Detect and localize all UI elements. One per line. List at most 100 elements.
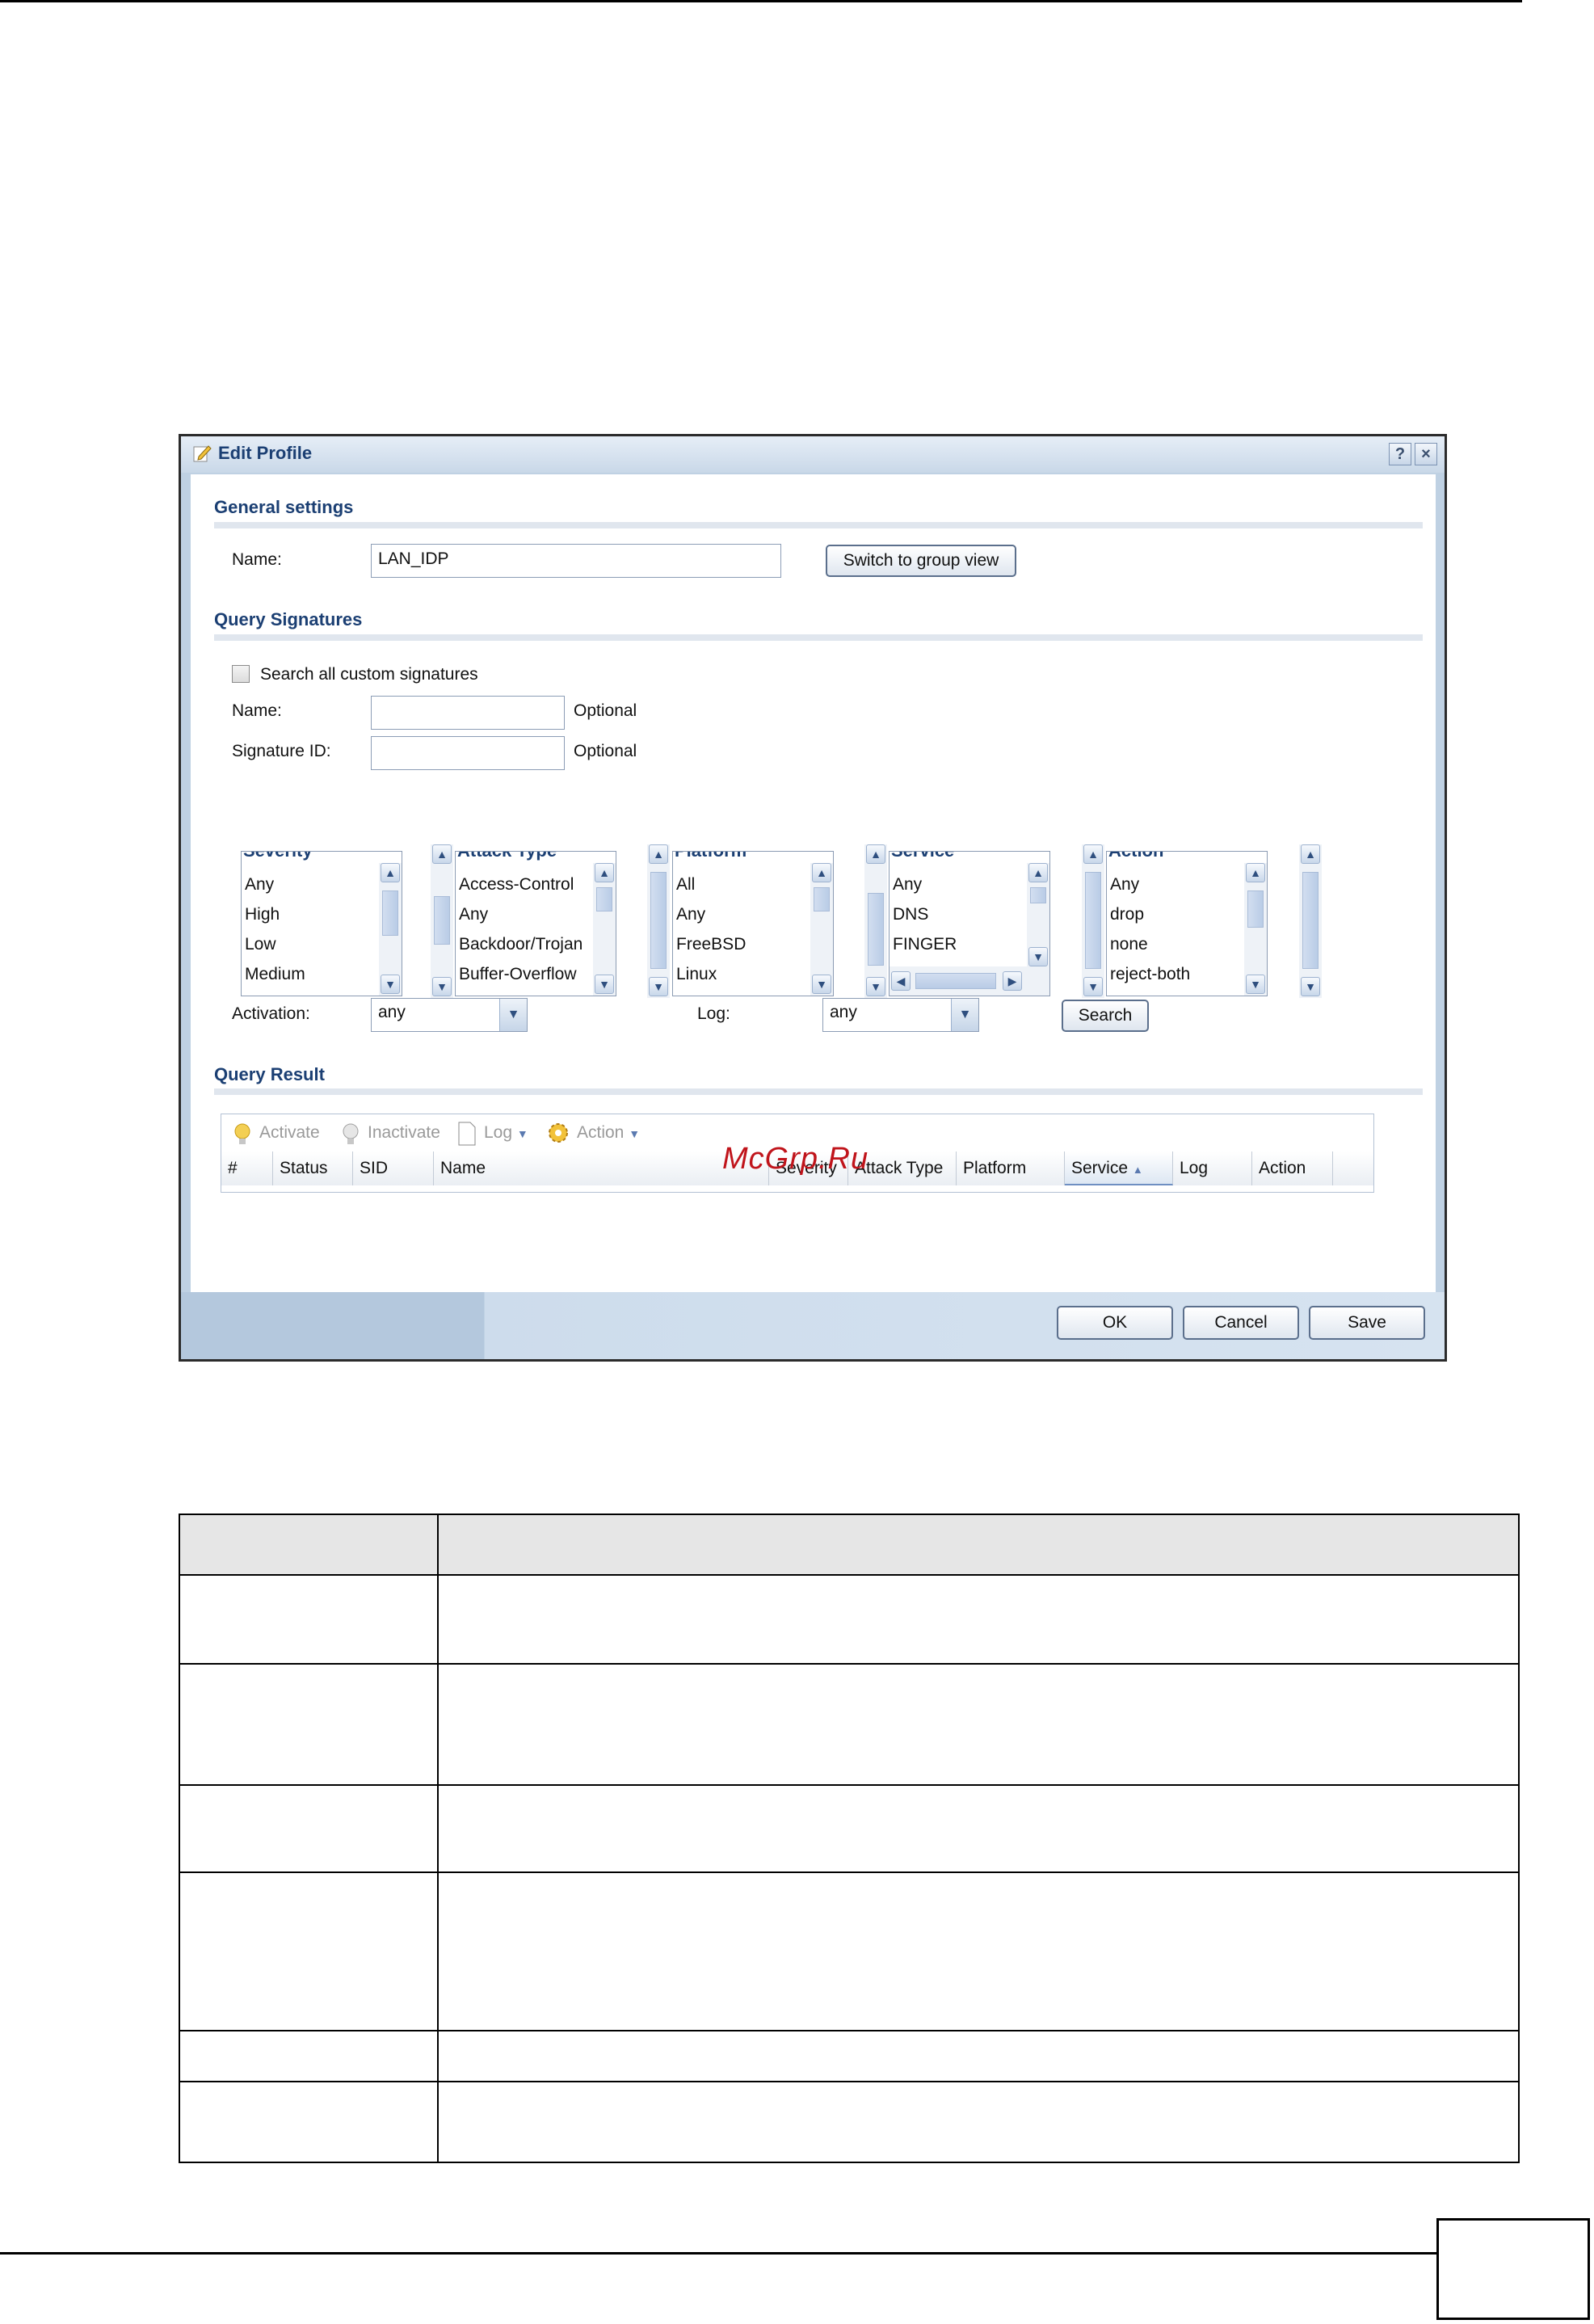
scroll-up-icon[interactable]: ▲ (649, 844, 668, 864)
help-icon[interactable]: ? (1389, 443, 1411, 465)
list-item[interactable]: drop (1110, 899, 1218, 929)
list-item[interactable]: DNS (893, 899, 957, 929)
switch-to-group-view-button[interactable]: Switch to group view (826, 545, 1016, 577)
log-menu-button[interactable]: Log ▼ (484, 1123, 528, 1143)
list-item[interactable]: reject-receiver (1110, 989, 1218, 996)
attack-type-left-scrollbar[interactable]: ▲ ▼ (431, 844, 453, 998)
vertical-scrollbar[interactable]: ▲ ▼ (1244, 863, 1267, 996)
signature-id-input[interactable] (371, 736, 565, 770)
scroll-down-icon[interactable]: ▼ (1301, 977, 1320, 996)
save-button[interactable]: Save (1309, 1306, 1425, 1340)
scroll-up-icon[interactable]: ▲ (1246, 863, 1265, 882)
search-all-custom-checkbox[interactable] (232, 665, 250, 683)
scroll-down-icon[interactable]: ▼ (812, 975, 831, 994)
scroll-down-icon[interactable]: ▼ (381, 975, 400, 994)
scroll-thumb[interactable] (596, 887, 612, 911)
inactivate-button[interactable]: Inactivate (368, 1123, 440, 1143)
column-header-number[interactable]: # (221, 1151, 273, 1185)
page-number-box (1436, 2218, 1590, 2320)
list-item[interactable]: Any (459, 899, 583, 929)
platform-left-scrollbar[interactable]: ▲ ▼ (647, 844, 670, 998)
search-button[interactable]: Search (1062, 1000, 1149, 1032)
extra-scrollbar[interactable]: ▲ ▼ (1299, 844, 1322, 998)
list-item[interactable]: Backdoor/Trojan (459, 929, 583, 959)
scroll-right-icon[interactable]: ▶ (1003, 971, 1022, 991)
scroll-down-icon[interactable]: ▼ (1028, 947, 1048, 966)
scroll-up-icon[interactable]: ▲ (381, 863, 400, 882)
scroll-thumb[interactable] (434, 896, 450, 945)
list-item[interactable]: reject-both (1110, 959, 1218, 989)
list-item[interactable]: Low (245, 929, 305, 959)
scroll-up-icon[interactable]: ▲ (1301, 844, 1320, 864)
vertical-scrollbar[interactable]: ▲ ▼ (810, 863, 833, 996)
close-icon[interactable]: × (1415, 443, 1437, 465)
scroll-thumb[interactable] (1247, 890, 1264, 928)
scroll-up-icon[interactable]: ▲ (595, 863, 614, 882)
list-item[interactable]: Any (893, 869, 957, 899)
list-item[interactable]: High (245, 899, 305, 929)
column-header-status[interactable]: Status (273, 1151, 353, 1185)
activation-select[interactable]: any ▼ (371, 998, 528, 1032)
scroll-down-icon[interactable]: ▼ (595, 975, 614, 994)
list-item[interactable]: All (676, 869, 795, 899)
scroll-up-icon[interactable]: ▲ (432, 844, 452, 864)
chevron-down-icon[interactable]: ▼ (951, 999, 978, 1031)
log-select[interactable]: any ▼ (822, 998, 979, 1032)
column-header-sid[interactable]: SID (353, 1151, 434, 1185)
scroll-down-icon[interactable]: ▼ (866, 977, 885, 996)
vertical-scrollbar[interactable]: ▲ ▼ (593, 863, 616, 996)
scroll-thumb[interactable] (915, 973, 996, 989)
scroll-thumb[interactable] (868, 893, 884, 966)
action-left-scrollbar[interactable]: ▲ ▼ (1082, 844, 1104, 998)
cancel-button[interactable]: Cancel (1183, 1306, 1299, 1340)
list-item[interactable]: Buffer-Overflow (459, 959, 583, 989)
scroll-up-icon[interactable]: ▲ (1028, 863, 1048, 882)
column-header-name[interactable]: Name (434, 1151, 769, 1185)
service-list[interactable]: Service Any DNS FINGER FTP ▲ ▼ ◀ ▶ (889, 851, 1050, 996)
vertical-scrollbar[interactable]: ▲ ▼ (1027, 863, 1049, 966)
scroll-thumb[interactable] (1085, 872, 1101, 969)
list-item[interactable]: Any (245, 869, 305, 899)
list-item[interactable]: Network Device (676, 989, 795, 996)
column-header-service[interactable]: Service ▲ (1065, 1151, 1173, 1185)
scroll-thumb[interactable] (814, 887, 830, 911)
scroll-thumb[interactable] (650, 872, 667, 969)
scroll-up-icon[interactable]: ▲ (1083, 844, 1103, 864)
scroll-up-icon[interactable]: ▲ (812, 863, 831, 882)
signature-name-input[interactable] (371, 696, 565, 730)
scroll-left-icon[interactable]: ◀ (891, 971, 911, 991)
column-header-platform[interactable]: Platform (957, 1151, 1065, 1185)
list-item[interactable]: FINGER (893, 929, 957, 959)
attack-type-list[interactable]: Attack Type Access-Control Any Backdoor/… (455, 851, 616, 996)
activate-button[interactable]: Activate (259, 1123, 320, 1143)
service-left-scrollbar[interactable]: ▲ ▼ (864, 844, 887, 998)
list-item[interactable]: none (1110, 929, 1218, 959)
ok-button[interactable]: OK (1057, 1306, 1173, 1340)
list-item[interactable]: FreeBSD (676, 929, 795, 959)
scroll-up-icon[interactable]: ▲ (866, 844, 885, 864)
list-item[interactable]: Severe (245, 989, 305, 996)
column-header-log[interactable]: Log (1173, 1151, 1252, 1185)
list-item[interactable]: Any (676, 899, 795, 929)
list-item[interactable]: Medium (245, 959, 305, 989)
scroll-thumb[interactable] (1030, 887, 1046, 903)
scroll-down-icon[interactable]: ▼ (1083, 977, 1103, 996)
vertical-scrollbar[interactable]: ▲ ▼ (379, 863, 402, 996)
action-list[interactable]: Action Any drop none reject-both reject-… (1106, 851, 1268, 996)
column-header-action[interactable]: Action (1252, 1151, 1333, 1185)
action-menu-button[interactable]: Action ▼ (577, 1123, 640, 1143)
list-item[interactable]: Any (1110, 869, 1218, 899)
scroll-thumb[interactable] (1302, 872, 1319, 969)
severity-list[interactable]: Severity Any High Low Medium Severe ▲ ▼ (241, 851, 402, 996)
list-item[interactable]: DDoS (459, 989, 583, 996)
scroll-down-icon[interactable]: ▼ (649, 977, 668, 996)
scroll-down-icon[interactable]: ▼ (1246, 975, 1265, 994)
platform-list[interactable]: Platform All Any FreeBSD Linux Network D… (672, 851, 834, 996)
profile-name-input[interactable]: LAN_IDP (371, 544, 781, 578)
horizontal-scrollbar[interactable]: ◀ ▶ (890, 966, 1049, 996)
chevron-down-icon[interactable]: ▼ (499, 999, 527, 1031)
list-item[interactable]: Linux (676, 959, 795, 989)
scroll-down-icon[interactable]: ▼ (432, 977, 452, 996)
list-item[interactable]: Access-Control (459, 869, 583, 899)
scroll-thumb[interactable] (382, 890, 398, 936)
